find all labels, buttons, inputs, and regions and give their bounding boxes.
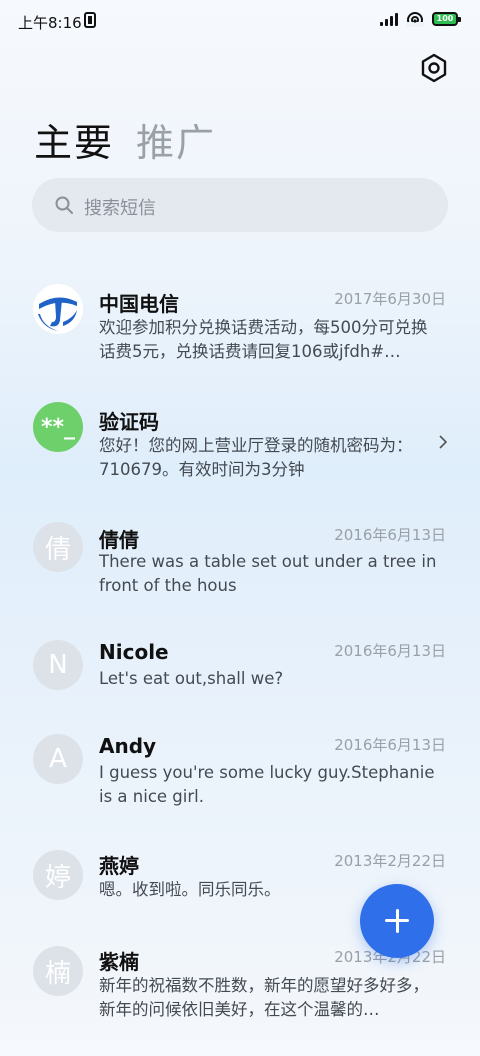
status-time: 上午8:16 — [18, 14, 82, 32]
notification-icon — [84, 12, 96, 28]
search-icon — [55, 196, 73, 214]
settings-gear-icon[interactable] — [418, 52, 450, 84]
avatar: 楠 — [33, 946, 83, 996]
tab-promotions[interactable]: 推广 — [136, 112, 216, 167]
conversation-name: 紫楠 — [99, 950, 139, 974]
conversation-date: 2017年6月30日 — [334, 290, 446, 308]
conversation-date: 2016年6月13日 — [334, 736, 446, 754]
conversation-item[interactable]: A Andy 2016年6月13日 I guess you're some lu… — [0, 732, 480, 842]
search-placeholder: 搜索短信 — [84, 198, 156, 219]
avatar: **_ — [33, 402, 83, 452]
conversation-name: Nicole — [99, 640, 169, 664]
avatar: A — [33, 734, 83, 784]
status-bar: 上午8:16 100 — [0, 0, 480, 42]
conversation-date: 2013年2月22日 — [334, 852, 446, 870]
battery-level: 100 — [436, 14, 454, 23]
conversation-preview: 新年的祝福数不胜数，新年的愿望好多好多，新年的问候依旧美好，在这个温馨的… — [99, 976, 429, 1019]
new-message-button[interactable] — [360, 884, 434, 958]
conversation-item[interactable]: 倩 倩倩 2016年6月13日 There was a table set ou… — [0, 520, 480, 630]
status-icons: 100 — [380, 11, 461, 27]
battery-icon: 100 — [432, 12, 461, 26]
search-input[interactable]: 搜索短信 — [32, 178, 448, 232]
conversation-preview: There was a table set out under a tree i… — [99, 552, 437, 595]
tab-primary[interactable]: 主要 — [34, 112, 114, 167]
conversation-item[interactable]: **_ 验证码 您好！您的网上营业厅登录的随机密码为：710679。有效时间为3… — [0, 400, 480, 510]
avatar: 婷 — [33, 850, 83, 900]
conversation-name: Andy — [99, 734, 157, 758]
avatar: 倩 — [33, 522, 83, 572]
conversation-name: 倩倩 — [99, 528, 139, 552]
conversation-name: 中国电信 — [99, 292, 179, 316]
conversation-date: 2016年6月13日 — [334, 642, 446, 660]
conversation-date: 2016年6月13日 — [334, 526, 446, 544]
avatar: N — [33, 640, 83, 690]
category-tabs: 主要 推广 — [34, 112, 216, 167]
china-telecom-logo-icon — [33, 284, 83, 334]
wifi-icon — [406, 12, 424, 27]
conversation-preview: 您好！您的网上营业厅登录的随机密码为：710679。有效时间为3分钟 — [99, 436, 413, 479]
conversation-item[interactable]: 中国电信 2017年6月30日 欢迎参加积分兑换话费活动，每500分可兑换话费5… — [0, 282, 480, 392]
conversation-name: 验证码 — [99, 410, 159, 434]
conversation-preview: 欢迎参加积分兑换话费活动，每500分可兑换话费5元，兑换话费请回复106或jfd… — [99, 318, 428, 361]
conversation-preview: Let's eat out,shall we? — [99, 669, 284, 688]
conversation-preview: I guess you're some lucky guy.Stephanie … — [99, 763, 435, 806]
conversation-name: 燕婷 — [99, 854, 139, 878]
cellular-signal-icon — [380, 12, 398, 26]
